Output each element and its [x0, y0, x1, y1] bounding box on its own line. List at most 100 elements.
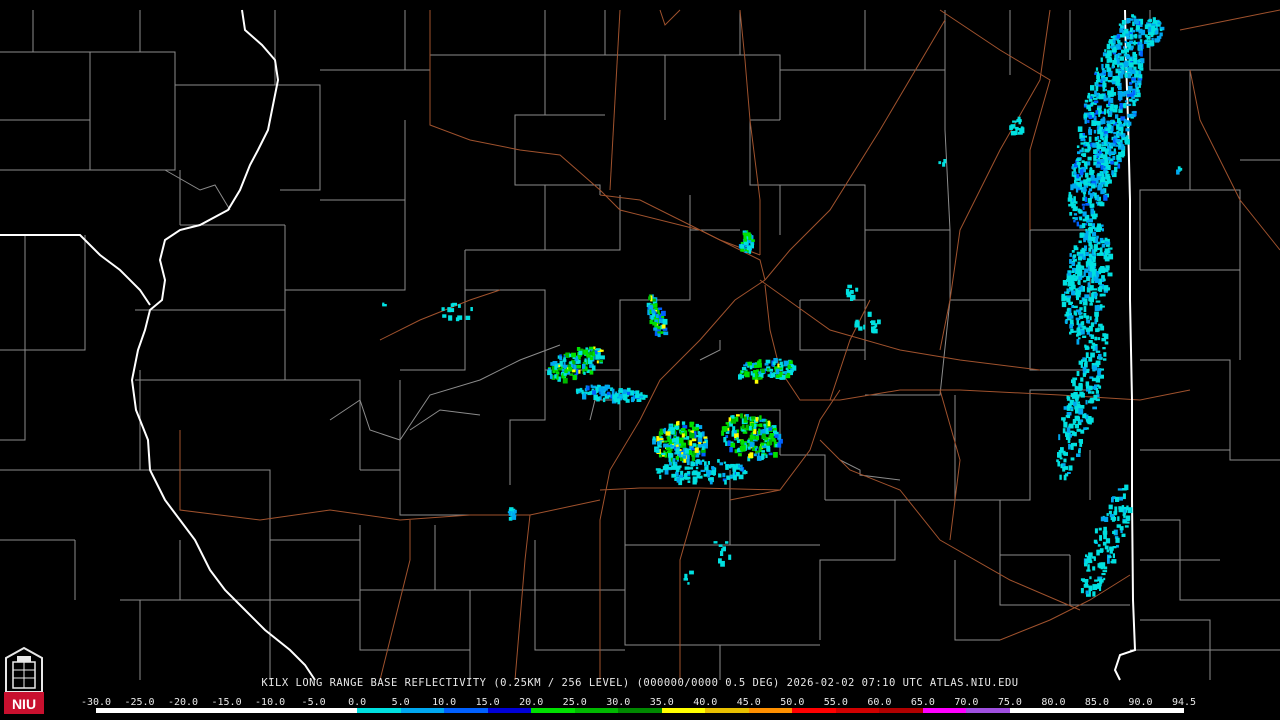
state-line — [0, 234, 151, 306]
echo-pixel — [452, 302, 457, 306]
echo-pixel — [634, 394, 640, 399]
echo-pixel — [507, 511, 512, 514]
echo-pixel — [1093, 155, 1097, 161]
echo-pixel — [1094, 336, 1098, 341]
echo-pixel — [652, 436, 656, 441]
echo-pixel — [652, 313, 656, 317]
echo-pixel — [689, 570, 694, 575]
echo-pixel — [1082, 373, 1086, 377]
echo-pixel — [689, 432, 695, 439]
echo-pixel — [741, 367, 747, 371]
echo-pixel — [1124, 525, 1129, 528]
echo-pixel — [725, 464, 729, 470]
echo-pixel — [1103, 108, 1106, 115]
echo-pixel — [1093, 123, 1096, 126]
echo-pixel — [1157, 22, 1162, 25]
echo-pixel — [1079, 169, 1084, 175]
echo-pixel — [758, 362, 762, 368]
echo-pixel — [1073, 247, 1079, 251]
echo-pixel — [1112, 496, 1116, 500]
echo-pixel — [1104, 268, 1109, 272]
highway-line — [764, 284, 1191, 401]
echo-pixel — [1091, 231, 1097, 237]
echo-pixel — [1069, 433, 1072, 438]
echo-pixel — [732, 469, 736, 473]
echo-pixel — [1066, 427, 1071, 433]
echo-pixel — [1110, 87, 1114, 92]
echo-pixel — [1078, 447, 1081, 451]
echo-pixel — [1108, 504, 1113, 510]
echo-pixel — [1082, 335, 1087, 338]
echo-pixel — [674, 425, 680, 429]
echo-pixel — [684, 466, 690, 470]
echo-pixel — [1109, 546, 1114, 551]
echo-pixel — [1092, 237, 1096, 243]
scale-swatch — [313, 708, 358, 713]
echo-pixel — [657, 333, 661, 338]
echo-pixel — [1102, 69, 1107, 74]
echo-pixel — [1100, 165, 1104, 170]
echo-pixel — [675, 448, 680, 454]
echo-pixel — [1134, 33, 1138, 39]
echo-pixel — [562, 359, 567, 362]
echo-pixel — [764, 368, 768, 371]
county-line — [534, 540, 625, 591]
scale-label: 15.0 — [475, 697, 500, 708]
echo-pixel — [1095, 328, 1099, 333]
echo-pixel — [728, 554, 732, 560]
echo-pixel — [689, 440, 693, 446]
echo-pixel — [1119, 28, 1124, 33]
echo-pixel — [1106, 120, 1110, 123]
county-line — [624, 490, 730, 546]
echo-pixel — [551, 366, 555, 371]
echo-pixel — [1177, 166, 1181, 170]
scale-swatch — [96, 708, 140, 713]
county-line — [400, 250, 466, 371]
echo-pixel — [1095, 316, 1099, 323]
echo-pixel — [1098, 84, 1103, 87]
echo-pixel — [583, 371, 586, 375]
echo-pixel — [1064, 320, 1068, 324]
echo-pixel — [726, 475, 731, 480]
echo-pixel — [1098, 110, 1101, 115]
county-line — [514, 114, 605, 186]
echo-pixel — [1086, 276, 1090, 282]
echo-pixel — [618, 389, 623, 393]
echo-pixel — [665, 431, 671, 436]
echo-pixel — [1099, 159, 1105, 163]
echo-pixel — [1088, 241, 1092, 247]
echo-pixel — [1076, 174, 1080, 179]
echo-pixel — [1071, 250, 1075, 253]
echo-pixel — [1102, 570, 1108, 573]
county-line — [864, 185, 950, 231]
county-line — [1139, 189, 1190, 270]
echo-pixel — [704, 464, 707, 468]
echo-pixel — [687, 480, 691, 483]
echo-pixel — [1137, 63, 1142, 69]
scale-label: 25.0 — [562, 697, 587, 708]
echo-pixel — [1103, 358, 1107, 361]
echo-pixel — [656, 441, 661, 445]
echo-pixel — [1088, 136, 1092, 143]
echo-pixel — [681, 433, 685, 438]
echo-pixel — [774, 431, 779, 435]
echo-pixel — [758, 428, 761, 435]
county-line — [624, 545, 721, 680]
echo-pixel — [1097, 135, 1100, 140]
echo-pixel — [1099, 535, 1102, 541]
echo-pixel — [1102, 116, 1106, 121]
echo-pixel — [769, 433, 774, 439]
echo-pixel — [1123, 118, 1127, 123]
echo-pixel — [1113, 46, 1117, 50]
echo-pixel — [855, 287, 859, 292]
echo-pixel — [755, 447, 758, 451]
echo-pixel — [1083, 312, 1087, 318]
echo-pixel — [742, 446, 746, 452]
echo-pixel — [594, 350, 598, 355]
echo-pixel — [1135, 98, 1139, 101]
echo-pixel — [1063, 458, 1067, 463]
echo-pixel — [1144, 24, 1149, 30]
echo-pixel — [753, 453, 757, 457]
echo-pixel — [1120, 34, 1125, 38]
echo-pixel — [1083, 114, 1086, 118]
